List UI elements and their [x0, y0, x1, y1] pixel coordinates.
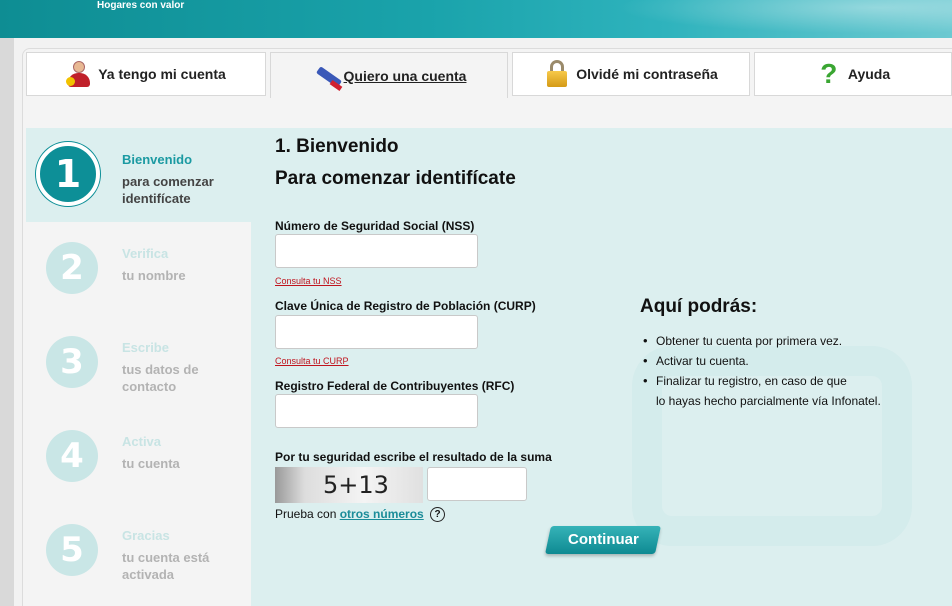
tab-label: Quiero una cuenta	[343, 67, 467, 84]
header-tagline: Hogares con valor	[97, 0, 185, 11]
nss-input[interactable]	[275, 234, 478, 268]
list-item: Activar tu cuenta.	[643, 351, 881, 371]
step-3: 3 Escribe tus datos de contacto	[26, 316, 251, 410]
tab-label: Olvidé mi contraseña	[576, 66, 718, 82]
captcha-label: Por tu seguridad escribe el resultado de…	[275, 450, 552, 464]
tab-label: Ya tengo mi cuenta	[98, 66, 226, 82]
rfc-label: Registro Federal de Contribuyentes (RFC)	[275, 379, 515, 393]
step-1: 1 Bienvenido para comenzar identifícate	[26, 128, 251, 222]
step-title: Bienvenido	[122, 152, 193, 167]
lock-icon	[544, 59, 570, 89]
pencil-icon	[312, 61, 342, 91]
curp-label: Clave Única de Registro de Población (CU…	[275, 299, 536, 313]
step-subtitle: tu cuenta está activada	[122, 550, 210, 582]
info-list: Obtener tu cuenta por primera vez. Activ…	[643, 331, 881, 411]
captcha-input[interactable]	[427, 467, 527, 501]
tab-bar: Ya tengo mi cuenta Quiero una cuenta Olv…	[26, 52, 952, 98]
list-item: Finalizar tu registro, en caso de que	[643, 371, 881, 391]
list-item-continuation: lo hayas hecho parcialmente vía Infonate…	[656, 394, 881, 408]
step-4: 4 Activa tu cuenta	[26, 410, 251, 504]
help-icon[interactable]: ?	[430, 507, 446, 523]
question-icon: ?	[820, 58, 838, 89]
step-title: Escribe	[122, 340, 169, 355]
step-title: Activa	[122, 434, 162, 449]
step-2: 2 Verifica tu nombre	[26, 222, 251, 316]
nss-label: Número de Seguridad Social (NSS)	[275, 219, 475, 233]
consulta-curp-link[interactable]: Consulta tu CURP	[275, 356, 349, 366]
step-number: 5	[46, 524, 98, 576]
curp-input[interactable]	[275, 315, 478, 349]
continue-label: Continuar	[567, 531, 639, 548]
header-decoration	[572, 0, 952, 38]
step-subtitle: para comenzar identifícate	[122, 174, 214, 206]
header-banner: Hogares con valor	[0, 0, 952, 38]
tab-quiero-una-cuenta[interactable]: Quiero una cuenta	[270, 52, 508, 98]
page-title: 1. Bienvenido	[275, 136, 399, 157]
step-5: 5 Gracias tu cuenta está activada	[26, 504, 251, 606]
tab-olvide-mi-contrasena[interactable]: Olvidé mi contraseña	[512, 52, 750, 96]
page-subtitle: Para comenzar identifícate	[275, 168, 516, 189]
steps-sidebar: 1 Bienvenido para comenzar identifícate …	[26, 128, 251, 606]
step-title: Gracias	[122, 528, 170, 543]
step-number: 2	[46, 242, 98, 294]
otros-numeros-link[interactable]: otros números	[340, 507, 424, 521]
tab-label: Ayuda	[847, 66, 891, 82]
step-subtitle: tus datos de contacto	[122, 362, 199, 394]
user-icon	[66, 59, 92, 89]
retry-row: Prueba con otros números ?	[275, 507, 446, 523]
list-item: Obtener tu cuenta por primera vez.	[643, 331, 881, 351]
step-subtitle: tu nombre	[122, 268, 186, 283]
tab-ayuda[interactable]: ? Ayuda	[754, 52, 952, 96]
retry-prefix: Prueba con	[275, 507, 340, 521]
info-title: Aquí podrás:	[640, 296, 758, 317]
step-number: 1	[36, 142, 100, 206]
step-number: 4	[46, 430, 98, 482]
captcha-image: 5+13	[275, 467, 423, 503]
left-edge	[0, 38, 14, 606]
tab-ya-tengo-mi-cuenta[interactable]: Ya tengo mi cuenta	[26, 52, 266, 96]
step-title: Verifica	[122, 246, 169, 261]
step-number: 3	[46, 336, 98, 388]
continue-button[interactable]: Continuar	[545, 526, 661, 554]
consulta-nss-link[interactable]: Consulta tu NSS	[275, 276, 342, 286]
step-subtitle: tu cuenta	[122, 456, 180, 471]
rfc-input[interactable]	[275, 394, 478, 428]
